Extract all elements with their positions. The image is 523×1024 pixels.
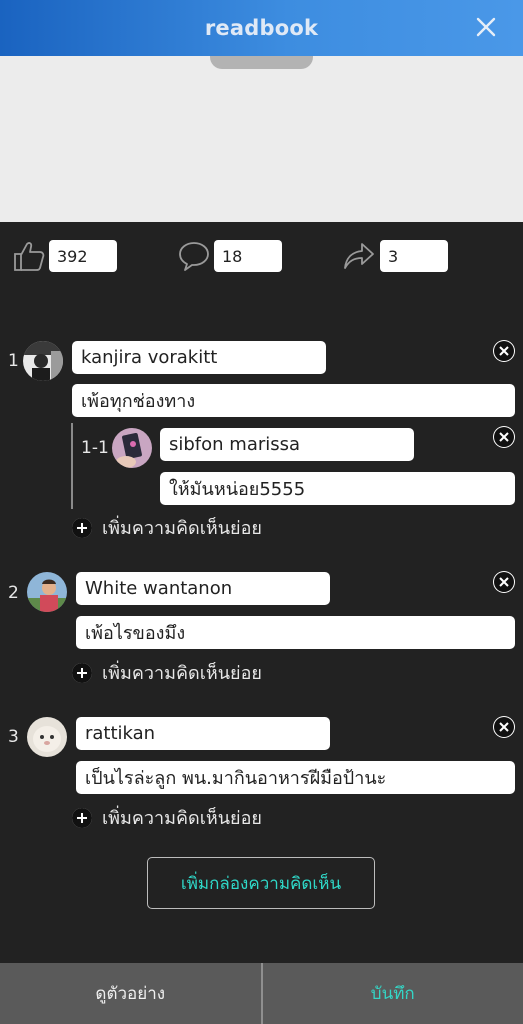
comment-number: 2 [8, 583, 19, 603]
avatar[interactable] [23, 341, 63, 381]
drag-handle[interactable] [210, 56, 313, 69]
comment-text[interactable]: เป็นไรล่ะลูก พน.มากินอาหารฝีมือป้านะ [76, 761, 515, 794]
app-title: readbook [204, 16, 319, 40]
app-header: readbook [0, 0, 523, 56]
footer-bar: ดูตัวอย่าง บันทึก [0, 963, 523, 1024]
delete-reply-button[interactable] [493, 426, 515, 448]
preview-button[interactable]: ดูตัวอย่าง [0, 963, 263, 1024]
add-reply-label: เพิ่มความคิดเห็นย่อย [102, 663, 262, 684]
avatar[interactable] [27, 717, 67, 757]
delete-comment-button[interactable] [493, 340, 515, 362]
comments-count[interactable]: 18 [214, 240, 282, 272]
share-arrow-icon [344, 243, 374, 269]
plus-icon [72, 662, 92, 683]
commenter-name[interactable]: kanjira vorakitt [72, 341, 326, 374]
add-reply-label: เพิ่มความคิดเห็นย่อย [102, 808, 262, 829]
commenter-name[interactable]: White wantanon [76, 572, 330, 605]
close-icon [494, 427, 514, 447]
reply-number: 1-1 [81, 438, 109, 458]
save-button[interactable]: บันทึก [263, 963, 523, 1024]
thumbs-up-icon [14, 242, 45, 271]
plus-icon [72, 517, 92, 538]
post-stats-row: 392 18 3 [0, 240, 523, 272]
comment-number: 3 [8, 727, 19, 747]
delete-comment-button[interactable] [493, 571, 515, 593]
close-icon [494, 717, 514, 737]
reply-commenter-name[interactable]: sibfon marissa [160, 428, 414, 461]
comment-text[interactable]: เพ้อไรของมึง [76, 616, 515, 649]
commenter-name[interactable]: rattikan [76, 717, 330, 750]
add-comment-box-button[interactable]: เพิ่มกล่องความคิดเห็น [147, 857, 375, 909]
comment-text[interactable]: เพ้อทุกช่องทาง [72, 384, 515, 417]
shares-count[interactable]: 3 [380, 240, 448, 272]
comment-number: 1 [8, 351, 19, 371]
close-icon [494, 341, 514, 361]
plus-icon [72, 807, 92, 828]
close-icon[interactable] [473, 14, 499, 40]
delete-comment-button[interactable] [493, 716, 515, 738]
likes-count[interactable]: 392 [49, 240, 117, 272]
reply-thread-line [71, 423, 73, 509]
reply-text[interactable]: ให้มันหน่อย5555 [160, 472, 515, 505]
post-preview-area [0, 56, 523, 222]
add-reply-button[interactable]: เพิ่มความคิดเห็นย่อย [72, 513, 262, 542]
avatar[interactable] [27, 572, 67, 612]
add-reply-button[interactable]: เพิ่มความคิดเห็นย่อย [72, 803, 262, 832]
add-reply-label: เพิ่มความคิดเห็นย่อย [102, 518, 262, 539]
comment-bubble-icon [179, 242, 209, 271]
close-icon [494, 572, 514, 592]
add-reply-button[interactable]: เพิ่มความคิดเห็นย่อย [72, 658, 262, 687]
reply-avatar[interactable] [112, 428, 152, 468]
